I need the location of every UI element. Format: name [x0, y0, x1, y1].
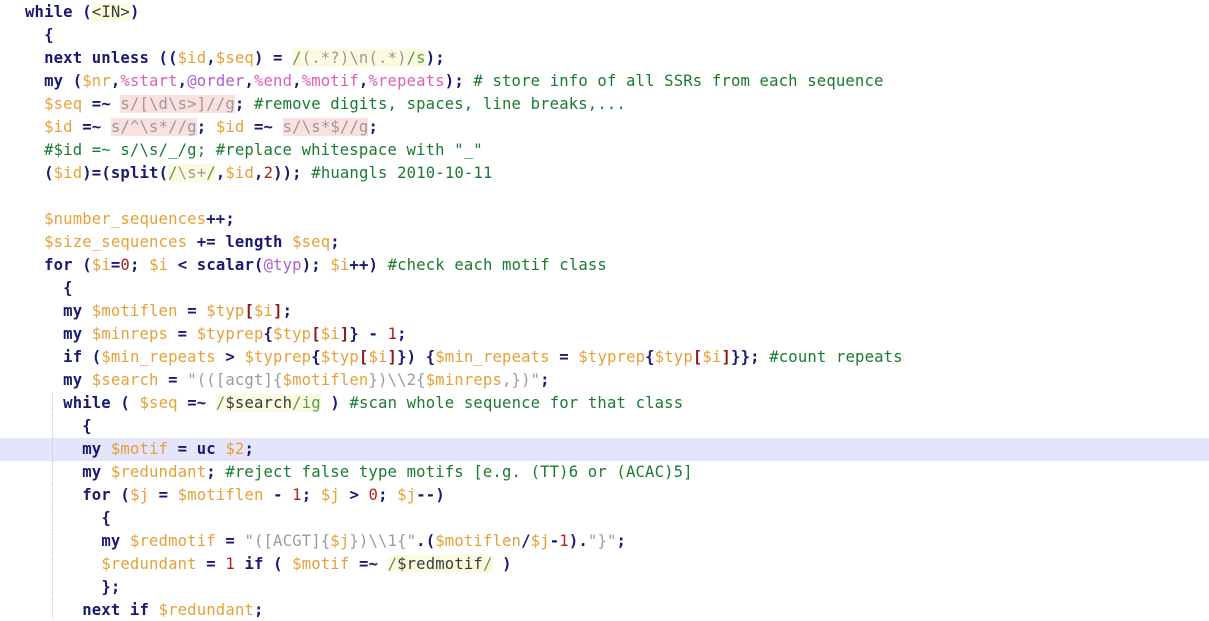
code-line[interactable]: #$id =~ s/\s/_/g; #replace whitespace wi…: [0, 139, 1209, 162]
code-line[interactable]: while (<IN>): [0, 1, 1209, 24]
code-line[interactable]: {: [0, 277, 1209, 300]
code-line[interactable]: if ($min_repeats > $typrep{$typ[$i]}) {$…: [0, 346, 1209, 369]
code-line[interactable]: };: [0, 576, 1209, 599]
code-line[interactable]: $redundant = 1 if ( $motif =~ /$redmotif…: [0, 553, 1209, 576]
code-line[interactable]: my $redundant; #reject false type motifs…: [0, 461, 1209, 484]
code-line[interactable]: my $motiflen = $typ[$i];: [0, 300, 1209, 323]
code-line[interactable]: while ( $seq =~ /$search/ig ) #scan whol…: [0, 392, 1209, 415]
code-line[interactable]: my $redmotif = "([ACGT]{$j})\\1{".($moti…: [0, 530, 1209, 553]
source-code-listing[interactable]: while (<IN>) { next unless (($id,$seq) =…: [0, 0, 1209, 621]
code-line[interactable]: my $minreps = $typrep{$typ[$i]} - 1;: [0, 323, 1209, 346]
code-line[interactable]: $id =~ s/^\s*//g; $id =~ s/\s*$//g;: [0, 116, 1209, 139]
code-line[interactable]: $seq =~ s/[\d\s>]//g; #remove digits, sp…: [0, 93, 1209, 116]
code-line-current[interactable]: my $motif = uc $2;: [0, 438, 1209, 461]
code-editor-viewport[interactable]: while (<IN>) { next unless (($id,$seq) =…: [0, 0, 1209, 621]
code-line[interactable]: $number_sequences++;: [0, 208, 1209, 231]
code-line[interactable]: my $search = "(([acgt]{$motiflen})\\2{$m…: [0, 369, 1209, 392]
code-line[interactable]: next if $redundant;: [0, 599, 1209, 621]
code-line[interactable]: ($id)=(split(/\s+/,$id,2)); #huangls 201…: [0, 162, 1209, 185]
code-line[interactable]: for ($j = $motiflen - 1; $j > 0; $j--): [0, 484, 1209, 507]
code-line[interactable]: {: [0, 507, 1209, 530]
code-line[interactable]: for ($i=0; $i < scalar(@typ); $i++) #che…: [0, 254, 1209, 277]
code-line[interactable]: {: [0, 415, 1209, 438]
code-line[interactable]: {: [0, 24, 1209, 47]
code-line[interactable]: $size_sequences += length $seq;: [0, 231, 1209, 254]
code-line[interactable]: [0, 185, 1209, 208]
code-line[interactable]: my ($nr,%start,@order,%end,%motif,%repea…: [0, 70, 1209, 93]
code-line[interactable]: next unless (($id,$seq) = /(.*?)\n(.*)/s…: [0, 47, 1209, 70]
